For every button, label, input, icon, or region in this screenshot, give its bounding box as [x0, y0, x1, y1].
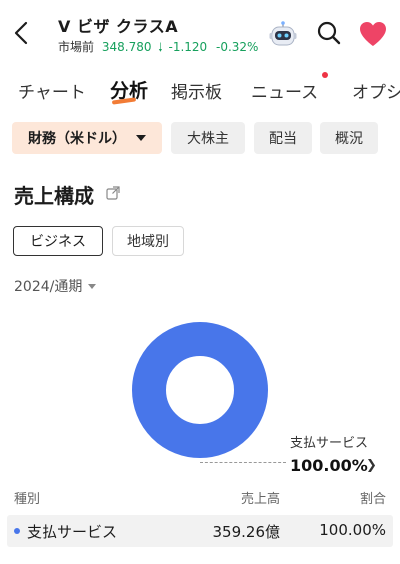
table-row[interactable]: 支払サービス 359.26億 100.00%: [7, 515, 393, 547]
quote-change-pct: -0.32%: [216, 40, 259, 54]
robot-assistant-icon[interactable]: [268, 20, 298, 50]
period-label: 2024/通期: [14, 279, 83, 295]
callout-leader-line: [200, 462, 286, 463]
stock-header: V ビザ クラスA 市場前 348.780 🠓 -1.120 -0.32%: [0, 0, 400, 62]
header-type: 種別: [14, 492, 41, 507]
segment-business[interactable]: ビジネス: [13, 226, 103, 256]
financials-chip-label: 財務（米ドル）: [28, 131, 126, 147]
callout-value[interactable]: 100.00%: [290, 456, 368, 475]
dividend-chip[interactable]: 配当: [254, 122, 312, 154]
row-revenue: 359.26億: [212, 523, 281, 541]
header-share: 割合: [359, 492, 386, 507]
overview-chip[interactable]: 概況: [320, 122, 378, 154]
row-name: 支払サービス: [27, 523, 118, 541]
tab-news[interactable]: ニュース: [251, 78, 318, 103]
quote-change: -1.120: [168, 40, 208, 54]
period-selector[interactable]: 2024/通期: [14, 276, 97, 296]
segment-region[interactable]: 地域別: [112, 226, 184, 256]
down-arrow-icon: 🠓: [158, 40, 163, 54]
revenue-donut-chart[interactable]: [132, 322, 268, 458]
chevron-right-icon[interactable]: ❯: [366, 458, 377, 473]
row-share: 100.00%: [319, 521, 386, 539]
share-icon[interactable]: [106, 186, 120, 200]
callout-label: 支払サービス: [290, 436, 369, 451]
tab-options[interactable]: オプシ: [352, 78, 400, 103]
caret-down-icon: [136, 135, 146, 141]
tab-chart[interactable]: チャート: [18, 78, 86, 103]
quote-price: 348.780: [101, 40, 152, 54]
series-dot-icon: [14, 528, 20, 534]
tab-bar: チャート 分析 掲示板 ニュース オプシ: [0, 70, 400, 114]
news-unread-dot: [322, 72, 328, 78]
favorite-heart-icon[interactable]: [358, 20, 388, 48]
header-revenue: 売上高: [240, 492, 280, 507]
table-header: 種別 売上高 割合: [0, 488, 400, 508]
filter-chip-row: 財務（米ドル） 大株主 配当 概況: [0, 122, 400, 156]
market-session-label: 市場前: [58, 40, 95, 54]
back-arrow-icon[interactable]: [10, 18, 32, 48]
caret-down-icon: [88, 283, 97, 289]
tab-board[interactable]: 掲示板: [171, 78, 222, 103]
major-shareholders-chip[interactable]: 大株主: [171, 122, 245, 154]
search-icon[interactable]: [316, 20, 342, 46]
section-title: 売上構成: [14, 184, 94, 208]
stock-title: V ビザ クラスA: [58, 17, 179, 36]
financials-dropdown-chip[interactable]: 財務（米ドル）: [12, 122, 162, 154]
donut-slice[interactable]: [132, 322, 268, 458]
quote-line: 市場前 348.780 🠓 -1.120 -0.32%: [58, 38, 258, 59]
